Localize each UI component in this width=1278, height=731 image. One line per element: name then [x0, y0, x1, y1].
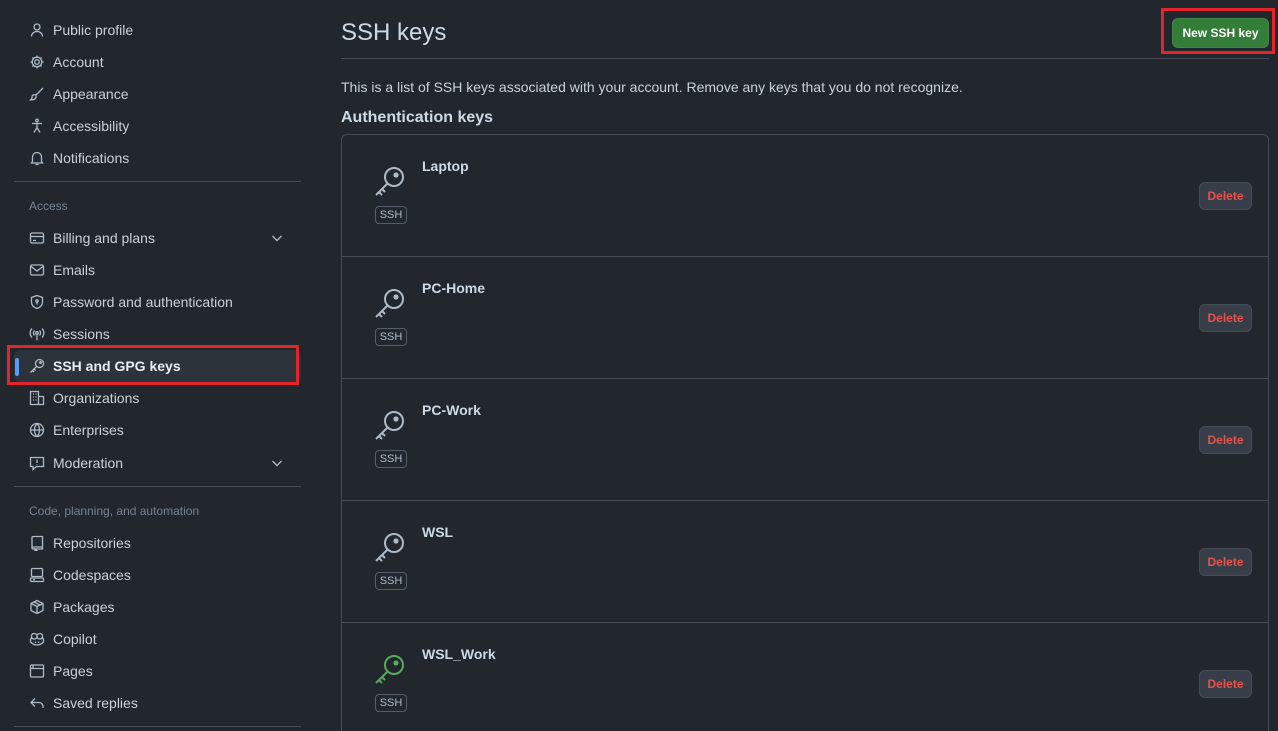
sidebar-item-label: Packages — [53, 599, 115, 615]
key-icon — [375, 167, 404, 196]
sidebar-item-saved-replies[interactable]: Saved replies — [14, 687, 301, 719]
sidebar-item-label: Billing and plans — [53, 230, 155, 246]
sidebar-item-label: Codespaces — [53, 567, 131, 583]
sidebar-item-label: Emails — [53, 262, 96, 278]
repo-icon — [29, 535, 45, 551]
sidebar-item-label: Copilot — [53, 631, 97, 647]
key-name: PC-Home — [422, 280, 486, 296]
accessibility-icon — [29, 118, 45, 134]
key-icon-active — [375, 655, 404, 684]
delete-button[interactable]: Delete — [1199, 304, 1252, 332]
sidebar-divider — [14, 486, 301, 487]
sidebar-item-label: Password and authentication — [53, 294, 233, 310]
chevron-down-icon[interactable] — [270, 456, 284, 470]
sidebar-divider — [14, 181, 301, 182]
sidebar-item-accessibility[interactable]: Accessibility — [14, 110, 301, 142]
sidebar-item-organizations[interactable]: Organizations — [14, 382, 301, 414]
main-content: SSH keys New SSH key This is a list of S… — [341, 0, 1269, 731]
sidebar-item-repositories[interactable]: Repositories — [14, 527, 301, 559]
sidebar-item-label: Enterprises — [53, 422, 124, 438]
ssh-keys-list: SSH Laptop Delete SSH PC-Home Delete SSH… — [341, 134, 1269, 731]
sidebar-item-notifications[interactable]: Notifications — [14, 142, 301, 174]
key-icon — [375, 411, 404, 440]
sidebar-section-heading-code: Code, planning, and automation — [29, 504, 200, 518]
settings-sidebar: Public profile Account Appearance Access… — [14, 0, 301, 731]
package-icon — [29, 599, 45, 615]
sidebar-item-label: Accessibility — [53, 118, 130, 134]
credit-card-icon — [29, 230, 45, 246]
sidebar-item-label: Saved replies — [53, 695, 138, 711]
key-type-badge: SSH — [375, 328, 407, 346]
sidebar-item-label: Pages — [53, 663, 93, 679]
gear-icon — [29, 54, 45, 70]
sidebar-item-appearance[interactable]: Appearance — [14, 78, 301, 110]
key-icon — [375, 289, 404, 318]
chevron-down-icon[interactable] — [270, 231, 284, 245]
sidebar-item-ssh-gpg-keys[interactable]: SSH and GPG keys — [14, 350, 301, 382]
sidebar-item-emails[interactable]: Emails — [14, 254, 301, 286]
sidebar-item-label: Moderation — [53, 455, 124, 471]
sidebar-item-pages[interactable]: Pages — [14, 655, 301, 687]
sidebar-item-codespaces[interactable]: Codespaces — [14, 559, 301, 591]
sidebar-item-label: Notifications — [53, 150, 130, 166]
key-name: WSL — [422, 524, 454, 540]
key-type-badge: SSH — [375, 450, 407, 468]
list-item: SSH PC-Home Delete — [342, 257, 1268, 379]
key-icon — [375, 533, 404, 562]
active-indicator — [15, 358, 19, 376]
shield-lock-icon — [29, 294, 45, 310]
sidebar-item-billing[interactable]: Billing and plans — [14, 222, 301, 254]
key-type-badge: SSH — [375, 206, 407, 224]
key-icon — [29, 358, 45, 374]
list-item: SSH PC-Work Delete — [342, 379, 1268, 501]
key-type-badge: SSH — [375, 572, 407, 590]
key-name: PC-Work — [422, 402, 481, 418]
broadcast-icon — [29, 326, 45, 342]
codespaces-icon — [29, 567, 45, 583]
list-item: SSH WSL Delete — [342, 501, 1268, 623]
sidebar-item-sessions[interactable]: Sessions — [14, 318, 301, 350]
sidebar-item-copilot[interactable]: Copilot — [14, 623, 301, 655]
title-divider — [341, 58, 1269, 59]
sidebar-item-moderation[interactable]: Moderation — [14, 447, 301, 479]
sidebar-item-label: Repositories — [53, 535, 131, 551]
list-item: SSH Laptop Delete — [342, 135, 1268, 257]
delete-button[interactable]: Delete — [1199, 670, 1252, 698]
browser-icon — [29, 663, 45, 679]
bell-icon — [29, 150, 45, 166]
organization-icon — [29, 390, 45, 406]
copilot-icon — [29, 631, 45, 647]
report-icon — [29, 455, 45, 471]
paintbrush-icon — [29, 86, 45, 102]
new-ssh-key-button[interactable]: New SSH key — [1172, 18, 1269, 48]
sidebar-divider — [14, 726, 301, 727]
page-description: This is a list of SSH keys associated wi… — [341, 79, 963, 95]
delete-button[interactable]: Delete — [1199, 426, 1252, 454]
sidebar-item-label: Appearance — [53, 86, 129, 102]
mail-icon — [29, 262, 45, 278]
reply-icon — [29, 695, 45, 711]
person-icon — [29, 22, 45, 38]
sidebar-item-account[interactable]: Account — [14, 46, 301, 78]
page-title: SSH keys — [341, 19, 447, 46]
sidebar-item-enterprises[interactable]: Enterprises — [14, 414, 301, 446]
sidebar-item-label: Sessions — [53, 326, 110, 342]
globe-icon — [29, 422, 45, 438]
delete-button[interactable]: Delete — [1199, 548, 1252, 576]
list-item: SSH WSL_Work Delete — [342, 623, 1268, 731]
key-type-badge: SSH — [375, 694, 407, 712]
sidebar-item-label: SSH and GPG keys — [53, 358, 181, 374]
delete-button[interactable]: Delete — [1199, 182, 1252, 210]
key-name: Laptop — [422, 158, 469, 174]
sidebar-item-public-profile[interactable]: Public profile — [14, 14, 301, 46]
sidebar-item-label: Organizations — [53, 390, 140, 406]
sidebar-item-label: Account — [53, 54, 104, 70]
sidebar-item-label: Public profile — [53, 22, 134, 38]
key-name: WSL_Work — [422, 646, 496, 662]
sidebar-item-password[interactable]: Password and authentication — [14, 286, 301, 318]
sidebar-item-packages[interactable]: Packages — [14, 591, 301, 623]
section-heading: Authentication keys — [341, 109, 494, 126]
sidebar-section-heading-access: Access — [29, 199, 68, 213]
